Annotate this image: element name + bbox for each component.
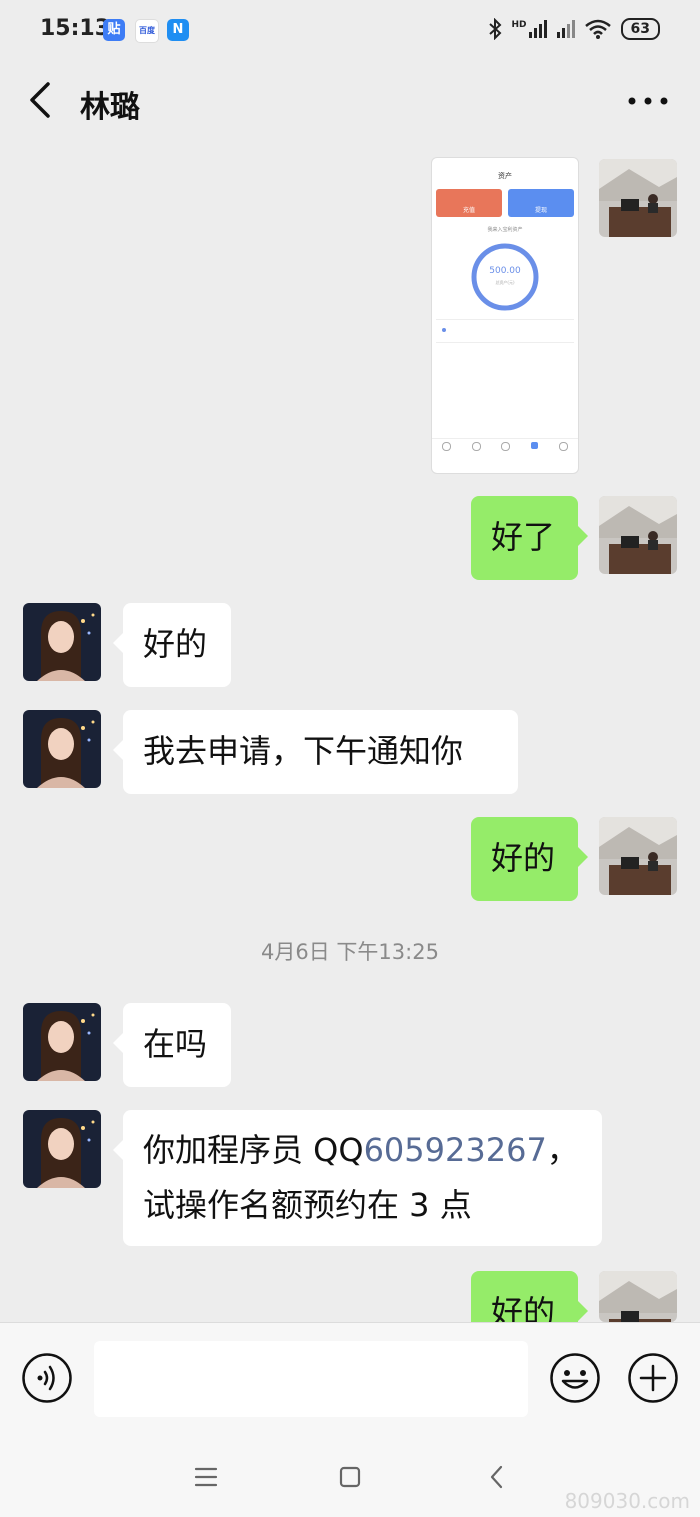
- chevron-left-icon[interactable]: [22, 78, 62, 122]
- baidu-app-icon: 百度: [135, 19, 159, 43]
- chat-input-bar: [0, 1322, 700, 1435]
- chat-title: 林璐: [80, 90, 140, 125]
- status-indicators: HD 63: [488, 14, 660, 44]
- my-avatar[interactable]: [599, 159, 677, 237]
- my-avatar[interactable]: [599, 1271, 677, 1322]
- back-icon[interactable]: [480, 1459, 516, 1495]
- mini-caption: 我来入宝利资产: [487, 227, 523, 233]
- voice-icon[interactable]: [21, 1352, 73, 1404]
- home-icon[interactable]: [332, 1459, 368, 1495]
- contact-avatar[interactable]: [23, 710, 101, 788]
- message-text: 你加程序员 QQ: [143, 1131, 364, 1169]
- message-bubble-received[interactable]: 好的: [113, 603, 231, 687]
- message-text: ，: [546, 1131, 579, 1169]
- system-nav-bar: 809030.com: [0, 1435, 700, 1517]
- message-timestamp: 4月6日 下午13:25: [261, 940, 439, 964]
- mini-gauge: [471, 243, 539, 311]
- signal-hd-icon: HD: [512, 20, 547, 38]
- wifi-icon: [584, 19, 611, 39]
- emoji-icon[interactable]: [549, 1352, 601, 1404]
- qq-number-link[interactable]: 605923267: [364, 1131, 547, 1169]
- signal-icon: [556, 20, 575, 38]
- message-bubble-sent[interactable]: 好的: [471, 817, 588, 901]
- contact-avatar[interactable]: [23, 603, 101, 681]
- status-bar: 15:13 贴 百度 N HD 63: [0, 0, 700, 62]
- mini-asset-row: [436, 319, 574, 343]
- more-horizontal-icon[interactable]: [626, 86, 670, 116]
- plus-icon[interactable]: [627, 1352, 679, 1404]
- my-avatar[interactable]: [599, 496, 677, 574]
- watermark: 809030.com: [564, 1489, 690, 1513]
- news-app-icon: N: [167, 19, 189, 41]
- contact-avatar[interactable]: [23, 1110, 101, 1188]
- mini-withdraw-button: 提现: [508, 189, 574, 217]
- message-bubble-received[interactable]: 我去申请，下午通知你: [113, 710, 518, 794]
- my-avatar[interactable]: [599, 817, 677, 895]
- battery-indicator: 63: [620, 18, 660, 40]
- tieba-app-icon: 贴: [103, 19, 125, 41]
- mini-gauge-value: 500.00: [489, 266, 521, 276]
- message-bubble-received[interactable]: 在吗: [113, 1003, 231, 1087]
- message-line: 你加程序员 QQ605923267，: [143, 1123, 582, 1178]
- mini-tab-bar: [432, 438, 578, 462]
- status-time: 15:13: [40, 16, 111, 41]
- mini-gauge-sub: 总资产(元): [495, 280, 515, 285]
- message-bubble-received[interactable]: 你加程序员 QQ605923267， 试操作名额预约在 3 点: [113, 1110, 602, 1246]
- bluetooth-icon: [488, 18, 501, 40]
- contact-avatar[interactable]: [23, 1003, 101, 1081]
- screenshot-image-message[interactable]: 资产 充值 提现 我来入宝利资产 500.00 总资产(元): [431, 157, 579, 474]
- chat-header: 林璐: [0, 62, 700, 142]
- message-bubble-sent[interactable]: 好的: [471, 1271, 588, 1322]
- message-line: 试操作名额预约在 3 点: [143, 1186, 472, 1224]
- mini-status-bar: [432, 158, 578, 168]
- mini-page-title: 资产: [498, 172, 512, 180]
- menu-icon[interactable]: [188, 1459, 224, 1495]
- mini-recharge-button: 充值: [436, 189, 502, 217]
- message-clip: 好的: [471, 1271, 591, 1322]
- message-bubble-sent[interactable]: 好了: [471, 496, 588, 580]
- message-input[interactable]: [94, 1341, 528, 1417]
